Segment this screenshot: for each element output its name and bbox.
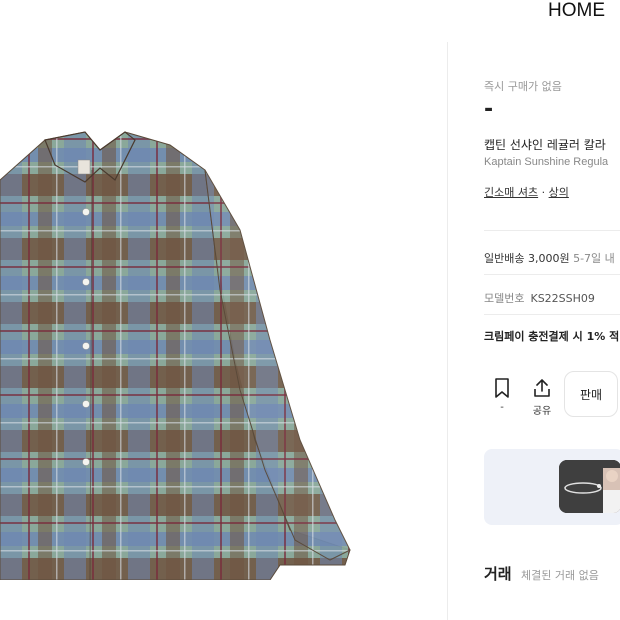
plaid-shirt-image <box>0 131 351 581</box>
price: - <box>484 97 494 122</box>
banner-image <box>559 460 620 513</box>
panel-divider <box>447 42 448 620</box>
model-label: 모델번호 <box>484 292 525 305</box>
product-image[interactable] <box>0 110 370 581</box>
promo-text: 크림페이 충전결제 시 1% 적 <box>484 328 619 344</box>
divider <box>484 274 620 275</box>
share-icon <box>534 379 550 397</box>
delivery-info: 일반배송 3,000원 5-7일 내 <box>484 250 615 266</box>
delivery-note: 5-7일 내 <box>569 252 615 265</box>
trade-section-subtitle: 체결된 거래 없음 <box>521 569 599 582</box>
share-label: 공유 <box>532 406 552 417</box>
bracelet-model-image <box>559 460 620 513</box>
product-title-en: Kaptain Sunshine Regula <box>484 156 609 168</box>
promo-banner[interactable] <box>484 449 620 525</box>
product-info-panel: 즉시 구매가 없음 - 캡틴 선샤인 레귤러 칼라 Kaptain Sunshi… <box>484 0 620 620</box>
model-value: KS22SSH09 <box>530 292 595 305</box>
delivery-label: 일반배송 3,000원 <box>484 252 570 265</box>
category-link-long-sleeve-shirt[interactable]: 긴소매 셔츠 <box>484 186 538 199</box>
promo-main: 크림페이 충전결제 시 1% <box>484 330 610 343</box>
model-number: 모델번호 KS22SSH09 <box>484 290 595 306</box>
divider <box>484 230 620 231</box>
divider <box>484 314 620 315</box>
sell-button[interactable]: 판매 <box>564 371 618 417</box>
bookmark-icon <box>495 378 509 398</box>
category-separator: · <box>538 186 549 199</box>
instant-buy-status: 즉시 구매가 없음 <box>484 80 562 93</box>
trade-section-title: 거래 <box>484 565 512 583</box>
product-title-ko: 캡틴 선샤인 레귤러 칼라 <box>484 138 606 152</box>
category-link-tops[interactable]: 상의 <box>549 186 569 199</box>
share-button[interactable]: 공유 <box>532 378 552 417</box>
promo-tail: 적 <box>609 330 620 343</box>
bookmark-button[interactable]: - <box>494 378 510 413</box>
category-breadcrumb: 긴소매 셔츠 · 상의 <box>484 184 569 200</box>
bookmark-count: - <box>500 402 504 413</box>
